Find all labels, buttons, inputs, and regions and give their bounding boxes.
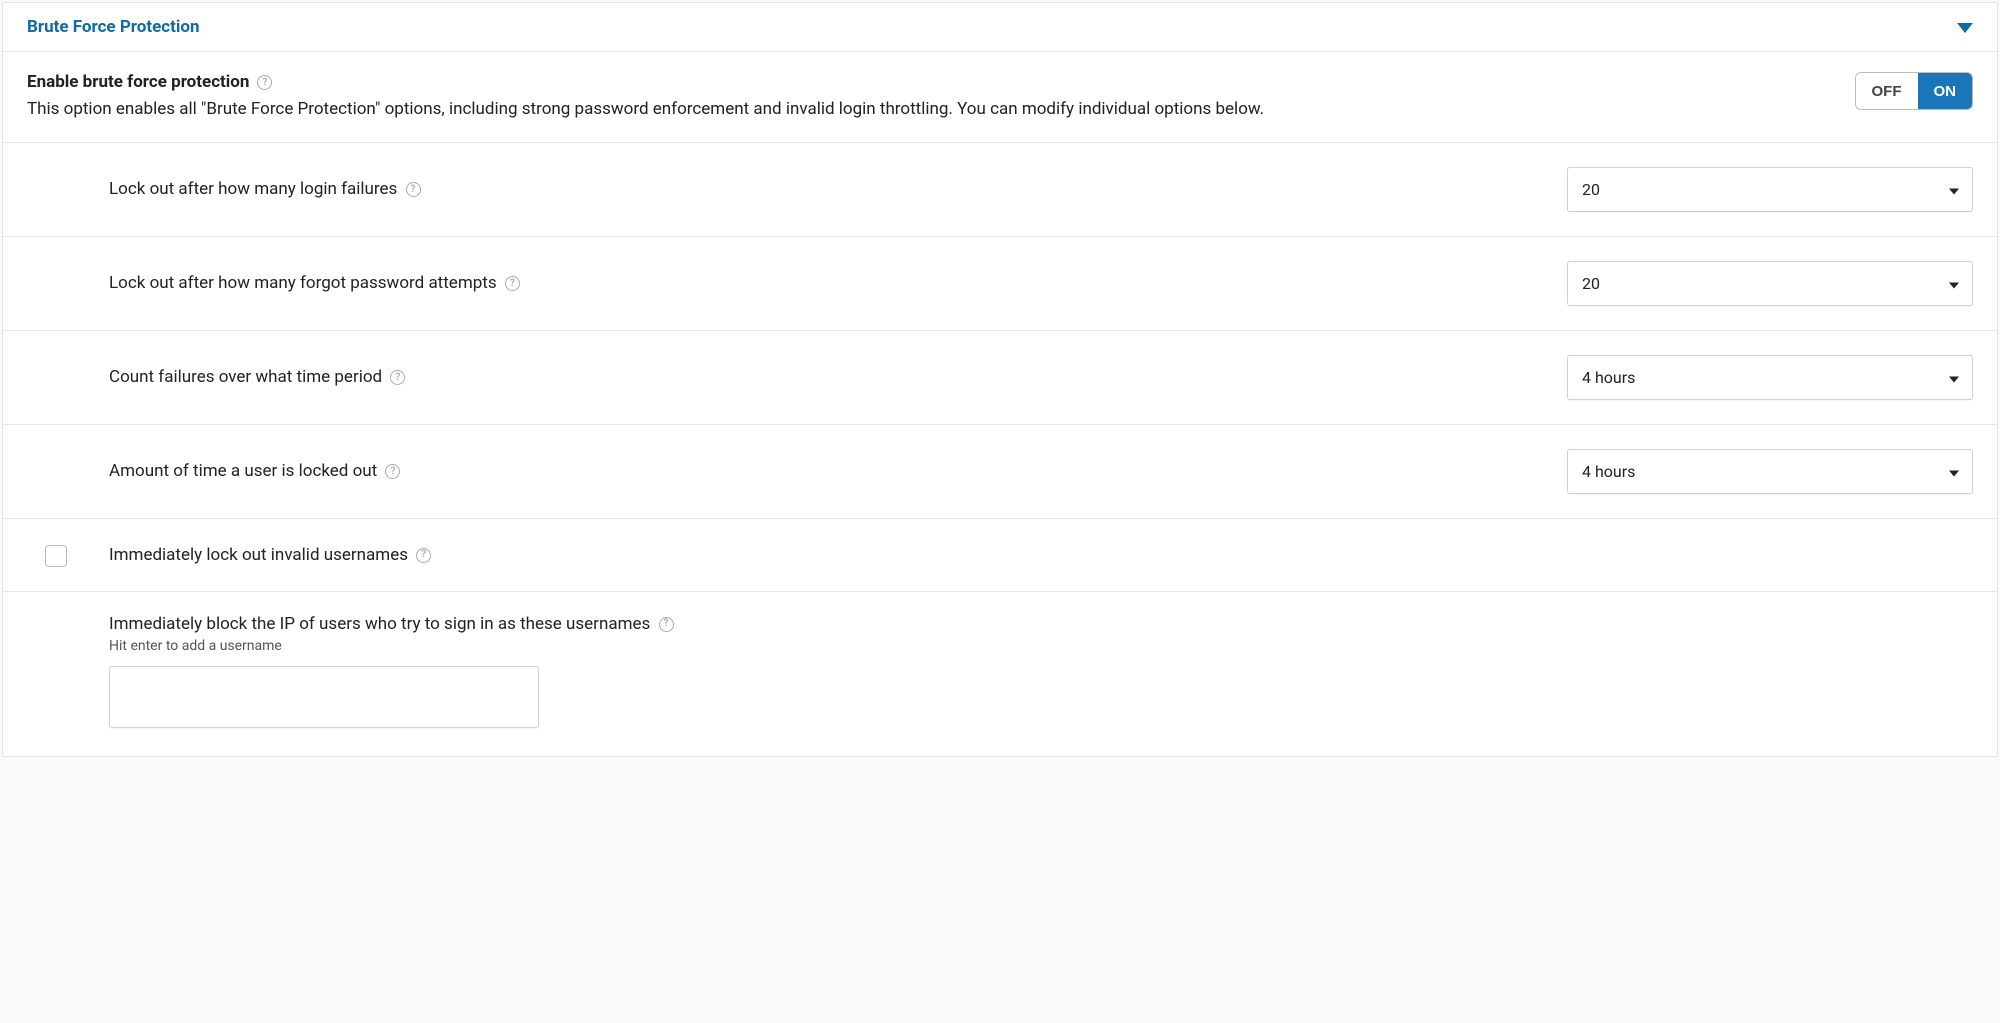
help-icon[interactable]: ?: [406, 182, 421, 197]
row-label: Lock out after how many login failures ?: [109, 179, 1567, 199]
row-label: Lock out after how many forgot password …: [109, 273, 1567, 293]
label-text: Lock out after how many forgot password …: [109, 273, 497, 293]
row-control: 4 hours: [1567, 355, 1997, 400]
count-period-select[interactable]: 4 hours: [1567, 355, 1973, 400]
label-text: Amount of time a user is locked out: [109, 461, 377, 481]
help-icon[interactable]: ?: [505, 276, 520, 291]
label-text: Immediately block the IP of users who tr…: [109, 614, 650, 634]
help-icon[interactable]: ?: [385, 464, 400, 479]
row-login-failures: Lock out after how many login failures ?…: [3, 143, 1997, 237]
collapse-icon: [1957, 18, 1973, 37]
enable-section: Enable brute force protection ? This opt…: [3, 52, 1997, 143]
forgot-attempts-select[interactable]: 20: [1567, 261, 1973, 306]
toggle-off-button[interactable]: OFF: [1856, 73, 1918, 109]
select-value: 4 hours: [1582, 462, 1635, 481]
checkbox-cell: [3, 543, 109, 567]
lockout-time-select[interactable]: 4 hours: [1567, 449, 1973, 494]
panel-title: Brute Force Protection: [27, 17, 200, 37]
help-icon[interactable]: ?: [390, 370, 405, 385]
enable-toggle: OFF ON: [1855, 72, 1974, 110]
help-icon[interactable]: ?: [257, 75, 272, 90]
help-icon[interactable]: ?: [416, 548, 431, 563]
enable-description: This option enables all "Brute Force Pro…: [27, 98, 1831, 122]
enable-title: Enable brute force protection: [27, 72, 249, 92]
label-text: Lock out after how many login failures: [109, 179, 397, 199]
row-block-content: Immediately block the IP of users who tr…: [109, 614, 1997, 728]
toggle-on-button[interactable]: ON: [1918, 73, 1973, 109]
row-control: 4 hours: [1567, 449, 1997, 494]
row-label: Count failures over what time period ?: [109, 367, 1567, 387]
block-ip-hint: Hit enter to add a username: [109, 638, 1973, 654]
row-lockout-time: Amount of time a user is locked out ? 4 …: [3, 425, 1997, 519]
panel-header[interactable]: Brute Force Protection: [3, 3, 1997, 52]
row-spacer: [3, 614, 109, 728]
row-block-ip: Immediately block the IP of users who tr…: [3, 592, 1997, 756]
row-label: Amount of time a user is locked out ?: [109, 461, 1567, 481]
block-ip-username-input[interactable]: [109, 666, 539, 728]
row-label: Immediately lock out invalid usernames ?: [109, 545, 1997, 565]
brute-force-panel: Brute Force Protection Enable brute forc…: [2, 2, 1998, 757]
row-lockout-invalid: Immediately lock out invalid usernames ?: [3, 519, 1997, 592]
label-text: Immediately lock out invalid usernames: [109, 545, 408, 565]
select-value: 4 hours: [1582, 368, 1635, 387]
lockout-invalid-checkbox[interactable]: [45, 545, 67, 567]
enable-text: Enable brute force protection ? This opt…: [27, 72, 1831, 122]
help-icon[interactable]: ?: [659, 617, 674, 632]
label-text: Count failures over what time period: [109, 367, 382, 387]
row-forgot-attempts: Lock out after how many forgot password …: [3, 237, 1997, 331]
select-value: 20: [1582, 274, 1600, 293]
select-value: 20: [1582, 180, 1600, 199]
row-control: 20: [1567, 261, 1997, 306]
login-failures-select[interactable]: 20: [1567, 167, 1973, 212]
row-count-period: Count failures over what time period ? 4…: [3, 331, 1997, 425]
row-control: 20: [1567, 167, 1997, 212]
